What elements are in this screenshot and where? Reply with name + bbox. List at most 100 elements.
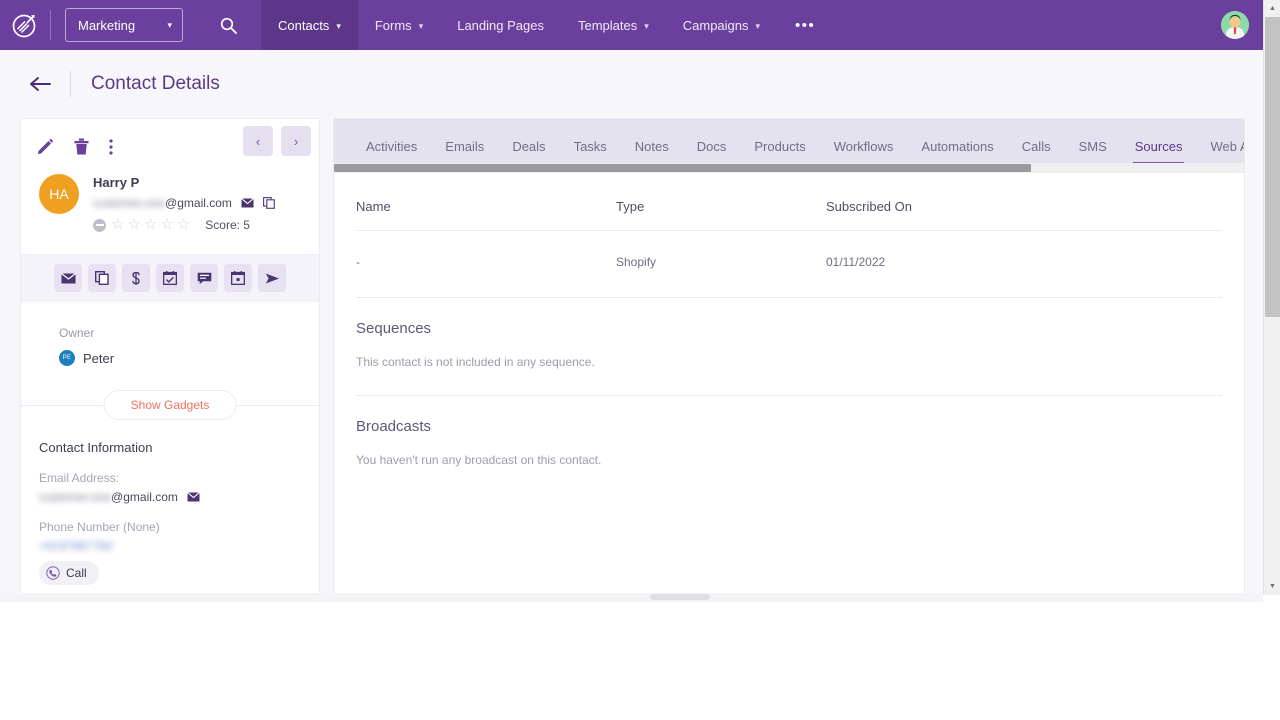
- nav-item-landing-pages[interactable]: Landing Pages: [440, 0, 561, 50]
- nav-item-label: Contacts: [278, 18, 329, 33]
- search-button[interactable]: [205, 0, 251, 50]
- logo-divider: [50, 10, 51, 40]
- call-button[interactable]: Call: [39, 561, 99, 585]
- sources-table-body: - Shopify 01/11/2022: [356, 231, 1222, 298]
- page-horizontal-scrollbar[interactable]: [0, 593, 1263, 602]
- phone-number-label: Phone Number (None): [39, 520, 319, 534]
- sources-table-head: Name Type Subscribed On: [356, 173, 1222, 231]
- user-avatar-icon: [1221, 11, 1249, 39]
- quick-actions-bar: [21, 254, 319, 302]
- workspace-selector[interactable]: Marketing ▾: [65, 8, 183, 42]
- user-avatar[interactable]: [1221, 11, 1249, 39]
- sources-table: Name Type Subscribed On - Shopify 01/11/…: [356, 173, 1222, 297]
- back-arrow-icon: [30, 76, 52, 92]
- contact-detail-panel: Activities Emails Deals Tasks Notes Docs…: [333, 118, 1245, 595]
- contact-rating[interactable]: ☆ ☆ ☆ ☆ ☆ Score: 5: [93, 218, 275, 232]
- show-gadgets-row: Show Gadgets: [21, 390, 319, 420]
- nav-item-label: Templates: [578, 18, 637, 33]
- owner-label: Owner: [59, 326, 319, 340]
- broadcasts-title: Broadcasts: [356, 418, 1222, 435]
- pencil-icon: [37, 138, 54, 155]
- cell-type: Shopify: [616, 231, 826, 298]
- action-duplicate-button[interactable]: [88, 264, 116, 292]
- nav-item-campaigns[interactable]: Campaigns ▾: [666, 0, 777, 50]
- column-header-subscribed-on: Subscribed On: [826, 173, 1222, 231]
- table-row[interactable]: - Shopify 01/11/2022: [356, 231, 1222, 298]
- email-action-button[interactable]: [187, 492, 200, 502]
- more-options-button[interactable]: [109, 139, 123, 155]
- action-task-button[interactable]: [156, 264, 184, 292]
- nav-item-label: Campaigns: [683, 18, 749, 33]
- copy-icon: [95, 271, 109, 285]
- phone-number-value: +9197867760: [39, 539, 319, 553]
- nav-item-label: Landing Pages: [457, 18, 544, 33]
- star-icon[interactable]: ☆: [160, 218, 173, 232]
- contact-email-row: customer.one @gmail.com: [93, 196, 275, 210]
- owner-name: Peter: [83, 351, 114, 366]
- back-button[interactable]: [28, 71, 54, 97]
- owner-row[interactable]: PE Peter: [59, 350, 319, 366]
- sequences-section: Sequences This contact is not included i…: [356, 298, 1222, 395]
- body-area: ‹ › HA Harry P customer.one @gmail.com: [0, 118, 1263, 595]
- next-record-button[interactable]: ›: [281, 126, 311, 156]
- contact-header: HA Harry P customer.one @gmail.com: [21, 174, 319, 232]
- contact-name: Harry P: [93, 175, 275, 190]
- engagebay-logo-icon: [11, 12, 38, 39]
- copy-email-button[interactable]: [263, 197, 275, 209]
- nav-item-forms[interactable]: Forms ▾: [358, 0, 440, 50]
- owner-avatar: PE: [59, 350, 75, 366]
- tabs-horizontal-scrollbar[interactable]: [334, 163, 1244, 173]
- no-entry-icon: [93, 219, 106, 232]
- nav-item-templates[interactable]: Templates ▾: [561, 0, 666, 50]
- record-pager: ‹ ›: [243, 126, 311, 156]
- owner-section: Owner PE Peter: [21, 302, 319, 366]
- calendar-check-icon: [163, 271, 177, 285]
- main-nav-items: Contacts ▾ Forms ▾ Landing Pages Templat…: [261, 0, 833, 50]
- email-domain: @gmail.com: [111, 490, 178, 504]
- call-button-label: Call: [66, 566, 87, 580]
- action-deal-button[interactable]: [122, 264, 150, 292]
- email-masked: customer.one: [39, 490, 111, 504]
- contact-score: Score: 5: [205, 218, 250, 232]
- scroll-down-arrow-icon[interactable]: ▼: [1264, 578, 1280, 595]
- star-icon[interactable]: ☆: [127, 218, 140, 232]
- tabs-scrollbar-thumb[interactable]: [334, 164, 1031, 172]
- previous-record-button[interactable]: ‹: [243, 126, 273, 156]
- page-horizontal-scrollbar-thumb[interactable]: [650, 594, 710, 600]
- star-icon[interactable]: ☆: [177, 218, 190, 232]
- workspace-label: Marketing: [78, 18, 135, 33]
- nav-item-contacts[interactable]: Contacts ▾: [261, 0, 358, 50]
- column-header-type: Type: [616, 173, 826, 231]
- vertical-scrollbar-thumb[interactable]: [1265, 17, 1280, 317]
- action-send-email-button[interactable]: [54, 264, 82, 292]
- scroll-up-arrow-icon[interactable]: ▲: [1264, 0, 1280, 17]
- send-email-button[interactable]: [241, 198, 254, 208]
- phone-icon: [46, 566, 60, 580]
- contact-information-section: Contact Information Email Address: custo…: [21, 420, 319, 585]
- action-meeting-button[interactable]: [224, 264, 252, 292]
- sources-panel-body: Name Type Subscribed On - Shopify 01/11/…: [334, 173, 1244, 493]
- table-header-row: Name Type Subscribed On: [356, 173, 1222, 231]
- action-note-button[interactable]: [190, 264, 218, 292]
- contact-email-masked: customer.one: [93, 196, 165, 210]
- contact-avatar: HA: [39, 174, 79, 214]
- delete-contact-button[interactable]: [74, 138, 89, 155]
- sequences-title: Sequences: [356, 320, 1222, 337]
- contact-information-title: Contact Information: [39, 440, 319, 455]
- edit-contact-button[interactable]: [37, 138, 54, 155]
- calendar-icon: [231, 271, 245, 285]
- show-gadgets-button[interactable]: Show Gadgets: [104, 390, 237, 420]
- chevron-down-icon: ▾: [756, 21, 761, 32]
- broadcasts-empty-text: You haven't run any broadcast on this co…: [356, 453, 1222, 467]
- page-vertical-scrollbar[interactable]: ▲ ▼: [1263, 0, 1280, 595]
- nav-more-button[interactable]: •••: [777, 0, 833, 50]
- star-icon[interactable]: ☆: [144, 218, 157, 232]
- search-icon: [220, 17, 237, 34]
- page-bottom-blank-area: [0, 604, 1280, 720]
- broadcasts-section: Broadcasts You haven't run any broadcast…: [356, 396, 1222, 493]
- action-send-button[interactable]: [258, 264, 286, 292]
- phone-masked: +9197867760: [39, 539, 113, 553]
- star-icon[interactable]: ☆: [111, 218, 124, 232]
- app-logo[interactable]: [0, 0, 48, 50]
- column-header-name: Name: [356, 173, 616, 231]
